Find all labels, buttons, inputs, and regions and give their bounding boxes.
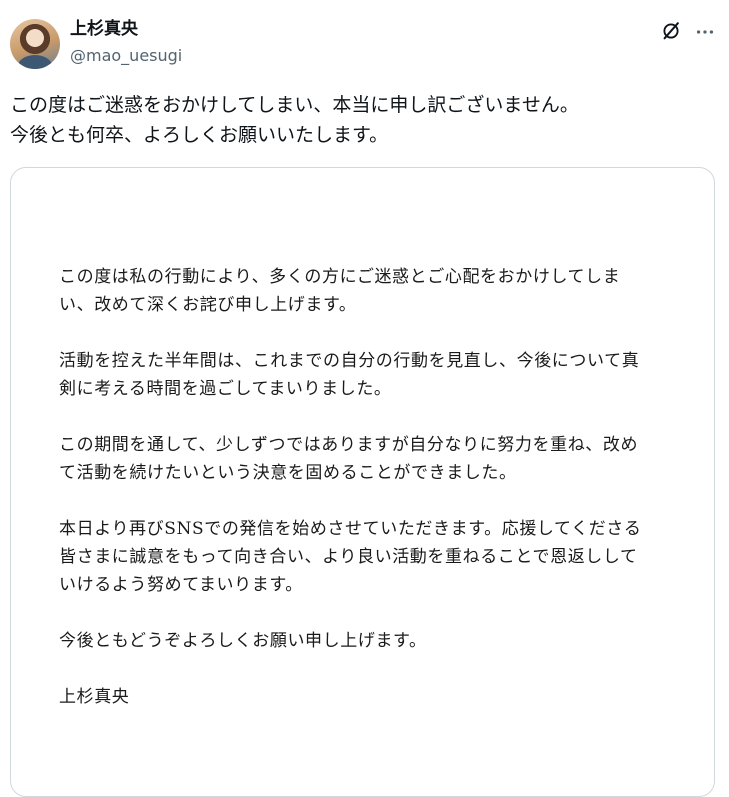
statement-signature: 上杉真央	[59, 687, 130, 707]
author-handle[interactable]: @mao_uesugi	[70, 46, 182, 66]
more-options-icon[interactable]	[694, 21, 716, 43]
post-text: この度はご迷惑をおかけしてしまい、本当に申し訳ございません。 今後とも何卒、よろ…	[10, 90, 715, 150]
statement-paragraph: 活動を控えた半年間は、これまでの自分の行動を見直し、今後について真 剣に考える時…	[59, 351, 640, 399]
avatar-shoulder	[18, 55, 52, 69]
grok-icon[interactable]	[660, 20, 682, 42]
attached-image[interactable]: この度は私の行動により、多くの方にご迷惑とご心配をおかけしてしま い、改めて深く…	[10, 167, 715, 797]
avatar[interactable]	[10, 19, 60, 69]
statement-paragraph: この度は私の行動により、多くの方にご迷惑とご心配をおかけしてしま い、改めて深く…	[59, 267, 621, 315]
post: 上杉真央 @mao_uesugi この度はご迷惑をおかけしてしまい、本当に申し訳…	[0, 0, 729, 797]
author-display-name[interactable]: 上杉真央	[70, 18, 138, 40]
statement-text: この度は私の行動により、多くの方にご迷惑とご心配をおかけしてしま い、改めて深く…	[59, 263, 679, 739]
statement-paragraph: 今後ともどうぞよろしくお願い申し上げます。	[59, 631, 427, 651]
post-text-line: この度はご迷惑をおかけしてしまい、本当に申し訳ございません。	[10, 94, 579, 116]
post-text-line: 今後とも何卒、よろしくお願いいたします。	[10, 124, 389, 146]
statement-paragraph: 本日より再びSNSでの発信を始めさせていただきます。応援してくださる 皆さまに誠…	[59, 519, 642, 595]
statement-paragraph: この期間を通して、少しずつではありますが自分なりに努力を重ね、改め て活動を続け…	[59, 435, 639, 483]
